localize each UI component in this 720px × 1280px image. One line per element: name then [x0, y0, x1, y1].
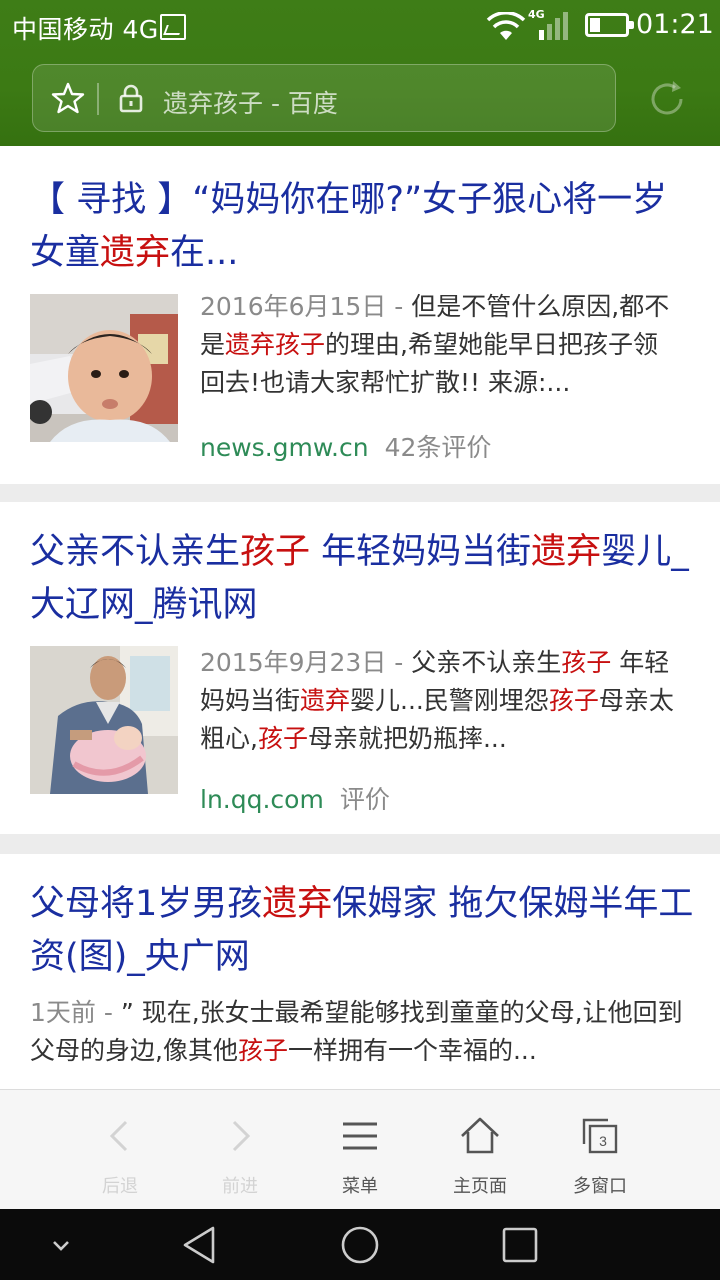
result-snippet: 1天前 - ” 现在,张女士最希望能够找到童童的父母,让他回到父母的身边,像其他… — [30, 994, 690, 1070]
refresh-icon[interactable] — [646, 78, 688, 120]
title-text[interactable]: 父亲不认亲生 — [30, 532, 240, 572]
result-thumbnail-child[interactable] — [30, 294, 178, 442]
system-nav-bar — [0, 1209, 720, 1280]
result-snippet: 2016年6月15日 - 但是不管什么原因,都不是遗弃孩子的理由,希望她能早日把… — [200, 288, 680, 402]
title-highlight[interactable]: 遗弃 — [262, 884, 332, 924]
forward-label: 前进 — [222, 1176, 258, 1197]
home-icon — [461, 1117, 499, 1154]
bookmark-star-icon[interactable] — [51, 81, 85, 115]
windows-button[interactable]: 3 多窗口 — [540, 1090, 660, 1210]
snippet-highlight: 孩子 — [561, 648, 612, 677]
battery-icon — [585, 13, 634, 37]
image-notification-icon — [160, 14, 186, 40]
snippet-text: 婴儿...民警刚埋怨 — [350, 686, 549, 715]
browser-toolbar: 后退 前进 菜单 主页面 3 多窗口 — [0, 1089, 720, 1209]
cell-signal-icon — [539, 12, 568, 40]
result-snippet: 2015年9月23日 - 父亲不认亲生孩子 年轻妈妈当街遗弃婴儿...民警刚埋怨… — [200, 644, 680, 758]
result-card[interactable]: 父母将1岁男孩遗弃保姆家 拖欠保姆半年工资(图)_央广网 1天前 - ” 现在,… — [0, 854, 720, 1089]
search-results[interactable]: 【 寻找 】“妈妈你在哪?”女子狠心将一岁女童遗弃在... 2016年6月15日… — [0, 146, 720, 1089]
result-date: 1天前 - — [30, 998, 121, 1027]
wifi-icon — [486, 12, 526, 40]
recents-square-icon[interactable] — [499, 1224, 541, 1266]
snippet-text: 母亲就把奶瓶摔... — [307, 724, 507, 753]
lock-icon — [119, 84, 143, 113]
home-label: 主页面 — [453, 1176, 507, 1197]
title-text[interactable]: 年轻妈妈当街 — [310, 532, 531, 572]
snippet-highlight: 孩子 — [237, 1036, 288, 1065]
address-bar[interactable]: 遗弃孩子 - 百度 — [32, 64, 616, 132]
result-title[interactable]: 父母将1岁男孩遗弃保姆家 拖欠保姆半年工资(图)_央广网 — [30, 878, 700, 984]
back-label: 后退 — [102, 1176, 138, 1197]
clock: 01:21 — [636, 9, 714, 40]
back-button[interactable]: 后退 — [60, 1090, 180, 1210]
multi-window-icon: 3 — [582, 1118, 618, 1154]
snippet-text: 一样拥有一个幸福的... — [287, 1036, 537, 1065]
title-highlight[interactable]: 遗弃 — [531, 532, 601, 572]
url-text[interactable]: 遗弃孩子 - 百度 — [163, 84, 338, 120]
snippet-highlight: 孩子 — [257, 724, 308, 753]
result-source[interactable]: news.gmw.cn — [200, 433, 369, 462]
result-source-line: ln.qq.com 评价 — [200, 780, 390, 816]
snippet-highlight: 孩子 — [548, 686, 599, 715]
chevron-down-icon[interactable] — [40, 1224, 82, 1266]
menu-button[interactable]: 菜单 — [300, 1090, 420, 1210]
result-source[interactable]: ln.qq.com — [200, 785, 324, 814]
menu-label: 菜单 — [342, 1176, 378, 1197]
windows-label: 多窗口 — [573, 1176, 627, 1197]
result-date: 2015年9月23日 - — [200, 648, 412, 677]
result-date: 2016年6月15日 - — [200, 292, 412, 321]
result-reviews[interactable]: 评价 — [340, 785, 390, 814]
forward-button[interactable]: 前进 — [180, 1090, 300, 1210]
forward-arrow-icon — [232, 1120, 251, 1152]
snippet-text: 父亲不认亲生 — [411, 648, 562, 677]
window-count: 3 — [599, 1133, 607, 1149]
result-thumbnail-police[interactable] — [30, 646, 178, 794]
title-text[interactable]: 在... — [170, 233, 238, 273]
status-bar: 中国移动 4G 4G 01:21 — [0, 0, 720, 52]
carrier-label: 中国移动 4G — [12, 15, 159, 44]
result-card[interactable]: 【 寻找 】“妈妈你在哪?”女子狠心将一岁女童遗弃在... 2016年6月15日… — [0, 146, 720, 484]
snippet-highlight: 遗弃 — [300, 686, 351, 715]
back-arrow-icon — [109, 1120, 128, 1152]
result-reviews[interactable]: 42条评价 — [385, 433, 492, 462]
result-title[interactable]: 父亲不认亲生孩子 年轻妈妈当街遗弃婴儿_大辽网_腾讯网 — [30, 526, 700, 632]
snippet-highlight: 遗弃孩子 — [225, 330, 326, 359]
browser-header: 中国移动 4G 4G 01:21 遗弃孩子 - 百度 — [0, 0, 720, 146]
home-button[interactable]: 主页面 — [420, 1090, 540, 1210]
result-source-line: news.gmw.cn 42条评价 — [200, 428, 491, 464]
back-triangle-icon[interactable] — [179, 1224, 221, 1266]
result-title[interactable]: 【 寻找 】“妈妈你在哪?”女子狠心将一岁女童遗弃在... — [30, 174, 700, 280]
address-bar-divider — [97, 83, 99, 115]
title-highlight[interactable]: 遗弃 — [100, 233, 170, 273]
home-circle-icon[interactable] — [339, 1224, 381, 1266]
hamburger-menu-icon — [343, 1122, 377, 1150]
title-highlight[interactable]: 孩子 — [240, 532, 310, 572]
title-text[interactable]: 父母将1岁男孩 — [30, 884, 262, 924]
